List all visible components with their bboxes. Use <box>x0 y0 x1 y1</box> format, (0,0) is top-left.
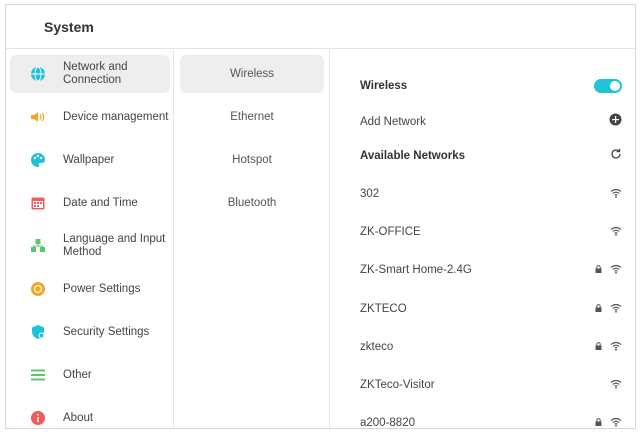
wireless-panel: Wireless Add Network Available Networks <box>330 50 637 430</box>
wifi-icon <box>610 300 622 318</box>
tab-hotspot[interactable]: Hotspot <box>180 141 324 179</box>
lock-icon <box>595 265 602 275</box>
lock-icon <box>595 304 602 314</box>
palette-icon <box>30 152 46 168</box>
sidebar-item-label: Other <box>63 368 92 381</box>
network-row[interactable]: ZKTeco-Visitor <box>360 375 622 395</box>
sidebar-item-about[interactable]: About <box>10 399 170 437</box>
sidebar-item-wallpaper[interactable]: Wallpaper <box>10 141 170 179</box>
add-network-row[interactable]: Add Network <box>360 112 622 132</box>
tab-wireless[interactable]: Wireless <box>180 55 324 93</box>
network-ssid: ZKTECO <box>360 303 407 315</box>
sidebar-item-label: Device management <box>63 110 169 123</box>
wifi-icon <box>610 261 622 279</box>
sidebar-item-security[interactable]: Security Settings <box>10 313 170 351</box>
sidebar-item-label: Language and Input Method <box>63 233 166 258</box>
shield-icon <box>30 324 46 340</box>
sidebar-item-language[interactable]: Language and Input Method <box>10 227 170 265</box>
network-row[interactable]: ZKTECO <box>360 299 622 319</box>
page-title: System <box>44 19 94 35</box>
info-icon <box>30 410 46 426</box>
list-icon <box>30 367 46 383</box>
speaker-icon <box>30 109 46 125</box>
subnav: Wireless Ethernet Hotspot Bluetooth <box>174 50 330 430</box>
tab-ethernet[interactable]: Ethernet <box>180 98 324 136</box>
language-icon <box>30 238 46 254</box>
sidebar-item-label: Power Settings <box>63 282 141 295</box>
settings-window: System Network and Connection Device man… <box>5 4 637 430</box>
sidebar: Network and Connection Device management… <box>6 50 174 430</box>
network-row[interactable]: ZK-Smart Home-2.4G <box>360 260 622 280</box>
sidebar-item-other[interactable]: Other <box>10 356 170 394</box>
network-row[interactable]: a200-8820 <box>360 413 622 433</box>
network-ssid: ZK-Smart Home-2.4G <box>360 264 472 276</box>
network-row[interactable]: 302 <box>360 184 622 204</box>
lock-icon <box>595 418 602 428</box>
sidebar-item-label: Security Settings <box>63 325 150 338</box>
sidebar-item-network[interactable]: Network and Connection <box>10 55 170 93</box>
wireless-label: Wireless <box>360 80 408 92</box>
add-network-label: Add Network <box>360 116 426 128</box>
network-ssid: ZK-OFFICE <box>360 226 421 238</box>
tab-bluetooth[interactable]: Bluetooth <box>180 184 324 222</box>
wireless-toggle[interactable] <box>594 79 622 93</box>
sidebar-item-date-time[interactable]: Date and Time <box>10 184 170 222</box>
network-ssid: zkteco <box>360 341 394 353</box>
lock-icon <box>595 342 602 352</box>
network-ssid: ZKTeco-Visitor <box>360 379 435 391</box>
sidebar-item-label: About <box>63 411 94 424</box>
network-row[interactable]: zkteco <box>360 337 622 357</box>
sidebar-item-label: Network and Connection <box>63 61 128 86</box>
network-ssid: 302 <box>360 188 380 200</box>
wifi-icon <box>610 185 622 203</box>
wifi-icon <box>610 223 622 241</box>
calendar-icon <box>30 195 46 211</box>
sidebar-item-label: Date and Time <box>63 196 138 209</box>
title-bar: System <box>6 5 635 49</box>
wifi-icon <box>610 376 622 394</box>
power-icon <box>30 281 46 297</box>
wireless-toggle-row: Wireless <box>360 76 622 96</box>
sidebar-item-power[interactable]: Power Settings <box>10 270 170 308</box>
sidebar-item-device[interactable]: Device management <box>10 98 170 136</box>
sidebar-item-label: Wallpaper <box>63 153 115 166</box>
add-icon[interactable] <box>609 113 622 131</box>
available-networks-row: Available Networks <box>360 146 622 166</box>
wifi-icon <box>610 338 622 356</box>
globe-icon <box>30 66 46 82</box>
available-networks-label: Available Networks <box>360 150 466 162</box>
refresh-icon[interactable] <box>610 147 622 165</box>
wifi-icon <box>610 414 622 432</box>
network-row[interactable]: ZK-OFFICE <box>360 222 622 242</box>
network-ssid: a200-8820 <box>360 417 415 429</box>
